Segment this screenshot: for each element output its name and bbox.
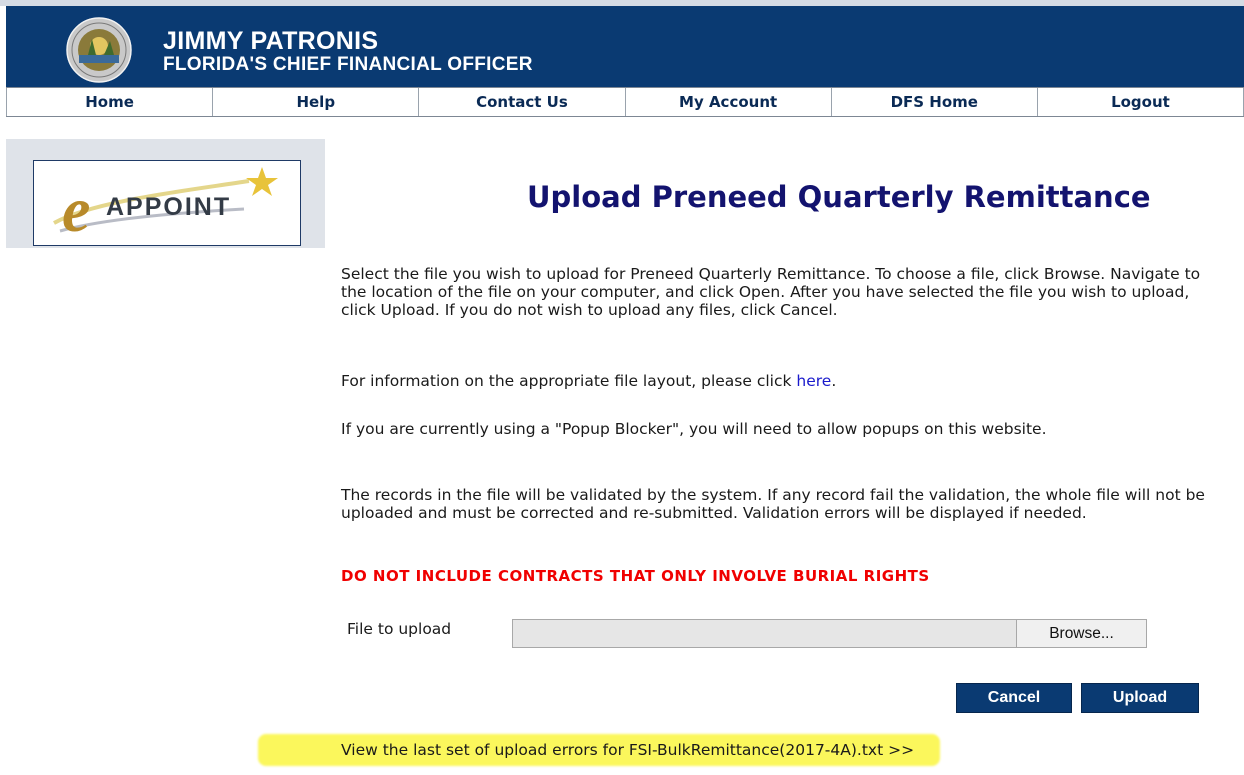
- file-layout-link[interactable]: here: [796, 372, 831, 390]
- browse-button[interactable]: Browse...: [1016, 619, 1147, 648]
- file-layout-text: For information on the appropriate file …: [341, 372, 797, 390]
- logo-text: APPOINT: [106, 193, 232, 221]
- instructions-paragraph: Select the file you wish to upload for P…: [341, 265, 1201, 319]
- header-name: JIMMY PATRONIS: [163, 27, 379, 55]
- nav-logout[interactable]: Logout: [1038, 88, 1244, 116]
- nav-my-account[interactable]: My Account: [626, 88, 832, 116]
- upload-button[interactable]: Upload: [1081, 683, 1199, 713]
- cancel-button[interactable]: Cancel: [956, 683, 1072, 713]
- view-upload-errors-link[interactable]: View the last set of upload errors for F…: [341, 741, 914, 759]
- validation-paragraph: The records in the file will be validate…: [341, 486, 1205, 522]
- sidebar-panel: e APPOINT: [6, 139, 325, 248]
- burial-rights-warning: DO NOT INCLUDE CONTRACTS THAT ONLY INVOL…: [341, 567, 930, 585]
- nav-contact-us[interactable]: Contact Us: [419, 88, 626, 116]
- florida-cfo-seal-icon: [66, 17, 132, 83]
- nav-home[interactable]: Home: [6, 88, 214, 116]
- popup-blocker-paragraph: If you are currently using a "Popup Bloc…: [341, 420, 1047, 438]
- site-header: JIMMY PATRONIS FLORIDA'S CHIEF FINANCIAL…: [6, 6, 1244, 87]
- eappoint-logo[interactable]: e APPOINT: [33, 160, 301, 246]
- nav-help[interactable]: Help: [213, 88, 420, 116]
- header-subtitle: FLORIDA'S CHIEF FINANCIAL OFFICER: [163, 54, 533, 75]
- page-title: Upload Preneed Quarterly Remittance: [527, 180, 1151, 214]
- main-nav: Home Help Contact Us My Account DFS Home…: [6, 87, 1244, 117]
- logo-e-letter: e: [62, 174, 90, 245]
- file-layout-suffix: .: [831, 372, 837, 390]
- file-upload-label: File to upload: [347, 620, 452, 638]
- nav-dfs-home[interactable]: DFS Home: [832, 88, 1038, 116]
- file-layout-paragraph: For information on the appropriate file …: [341, 372, 1221, 390]
- file-path-input[interactable]: [512, 619, 1017, 648]
